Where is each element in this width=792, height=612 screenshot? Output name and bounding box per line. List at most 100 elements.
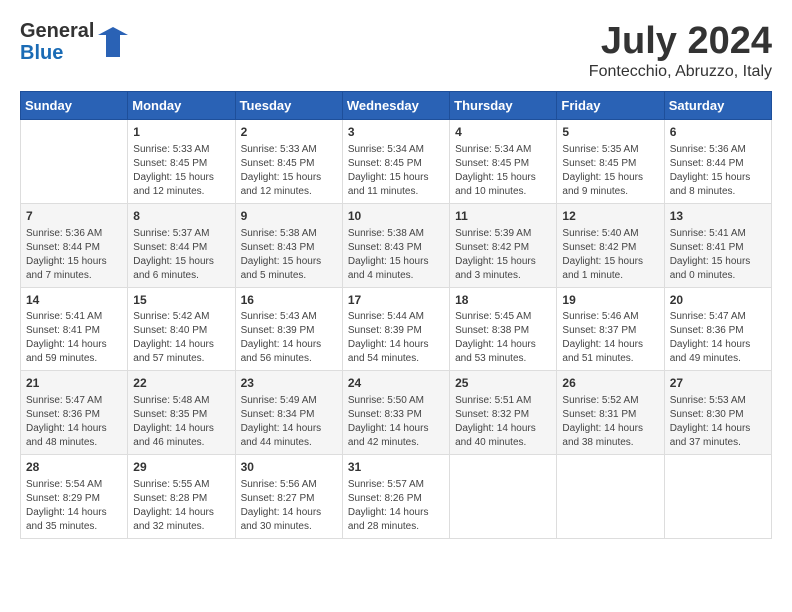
calendar-cell: 12 Sunrise: 5:40 AMSunset: 8:42 PMDayligh… [557, 203, 664, 287]
calendar-cell: 3 Sunrise: 5:34 AMSunset: 8:45 PMDaylight… [342, 120, 449, 204]
weekday-header-monday: Monday [128, 92, 235, 120]
week-row-4: 21 Sunrise: 5:47 AMSunset: 8:36 PMDayligh… [21, 371, 772, 455]
day-info: Sunrise: 5:57 AMSunset: 8:26 PMDaylight:… [348, 478, 444, 534]
calendar-cell: 29 Sunrise: 5:55 AMSunset: 8:28 PMDayligh… [128, 455, 235, 539]
day-number: 10 [348, 208, 444, 225]
day-info: Sunrise: 5:45 AMSunset: 8:38 PMDaylight:… [455, 310, 551, 366]
day-info: Sunrise: 5:48 AMSunset: 8:35 PMDaylight:… [133, 394, 229, 450]
day-number: 30 [241, 459, 337, 476]
day-number: 31 [348, 459, 444, 476]
calendar-cell: 15Sunrise: 5:42 AMSunset: 8:40 PMDayligh… [128, 287, 235, 371]
day-number: 9 [241, 208, 337, 225]
day-info: Sunrise: 5:40 AMSunset: 8:42 PMDaylight:… [562, 227, 658, 283]
logo-general: General [20, 20, 94, 42]
day-info: Sunrise: 5:43 AMSunset: 8:39 PMDaylight:… [241, 310, 337, 366]
day-info: Sunrise: 5:36 AMSunset: 8:44 PMDaylight:… [26, 227, 122, 283]
day-number: 4 [455, 124, 551, 141]
day-info: Sunrise: 5:41 AMSunset: 8:41 PMDaylight:… [26, 310, 122, 366]
day-info: Sunrise: 5:54 AMSunset: 8:29 PMDaylight:… [26, 478, 122, 534]
title-area: July 2024 Fontecchio, Abruzzo, Italy [589, 20, 772, 81]
calendar-cell: 2Sunrise: 5:33 AMSunset: 8:45 PMDaylight… [235, 120, 342, 204]
month-title: July 2024 [589, 20, 772, 63]
day-info: Sunrise: 5:46 AMSunset: 8:37 PMDaylight:… [562, 310, 658, 366]
day-info: Sunrise: 5:50 AMSunset: 8:33 PMDaylight:… [348, 394, 444, 450]
calendar-cell: 16Sunrise: 5:43 AMSunset: 8:39 PMDayligh… [235, 287, 342, 371]
calendar-cell: 1 Sunrise: 5:33 AMSunset: 8:45 PMDaylight… [128, 120, 235, 204]
day-number: 23 [241, 375, 337, 392]
calendar-cell: 6 Sunrise: 5:36 AMSunset: 8:44 PMDaylight… [664, 120, 771, 204]
day-number: 7 [26, 208, 122, 225]
calendar-cell: 8Sunrise: 5:37 AMSunset: 8:44 PMDaylight… [128, 203, 235, 287]
day-number: 5 [562, 124, 658, 141]
calendar-cell: 27 Sunrise: 5:53 AMSunset: 8:30 PMDayligh… [664, 371, 771, 455]
calendar-cell: 17Sunrise: 5:44 AMSunset: 8:39 PMDayligh… [342, 287, 449, 371]
calendar-cell: 14Sunrise: 5:41 AMSunset: 8:41 PMDayligh… [21, 287, 128, 371]
day-number: 20 [670, 292, 766, 309]
day-number: 17 [348, 292, 444, 309]
day-number: 22 [133, 375, 229, 392]
weekday-header-sunday: Sunday [21, 92, 128, 120]
calendar-cell: 18Sunrise: 5:45 AMSunset: 8:38 PMDayligh… [450, 287, 557, 371]
calendar-cell: 5 Sunrise: 5:35 AMSunset: 8:45 PMDaylight… [557, 120, 664, 204]
day-number: 26 [562, 375, 658, 392]
day-number: 11 [455, 208, 551, 225]
day-number: 14 [26, 292, 122, 309]
day-info: Sunrise: 5:35 AMSunset: 8:45 PMDaylight:… [562, 143, 658, 199]
calendar-cell [450, 455, 557, 539]
logo: General Blue [20, 20, 128, 64]
day-number: 6 [670, 124, 766, 141]
location-subtitle: Fontecchio, Abruzzo, Italy [589, 63, 772, 81]
weekday-header-row: SundayMondayTuesdayWednesdayThursdayFrid… [21, 92, 772, 120]
week-row-5: 28Sunrise: 5:54 AMSunset: 8:29 PMDayligh… [21, 455, 772, 539]
calendar-cell: 9Sunrise: 5:38 AMSunset: 8:43 PMDaylight… [235, 203, 342, 287]
calendar-cell: 26Sunrise: 5:52 AMSunset: 8:31 PMDayligh… [557, 371, 664, 455]
day-number: 13 [670, 208, 766, 225]
calendar-cell: 4 Sunrise: 5:34 AMSunset: 8:45 PMDaylight… [450, 120, 557, 204]
day-info: Sunrise: 5:47 AMSunset: 8:36 PMDaylight:… [26, 394, 122, 450]
logo-icon [98, 27, 128, 57]
calendar-cell [21, 120, 128, 204]
day-number: 15 [133, 292, 229, 309]
logo-blue: Blue [20, 42, 94, 64]
calendar-cell [664, 455, 771, 539]
day-info: Sunrise: 5:33 AMSunset: 8:45 PMDaylight:… [133, 143, 229, 199]
day-number: 12 [562, 208, 658, 225]
calendar-cell [557, 455, 664, 539]
day-number: 2 [241, 124, 337, 141]
weekday-header-friday: Friday [557, 92, 664, 120]
day-info: Sunrise: 5:36 AMSunset: 8:44 PMDaylight:… [670, 143, 766, 199]
day-number: 29 [133, 459, 229, 476]
day-info: Sunrise: 5:38 AMSunset: 8:43 PMDaylight:… [348, 227, 444, 283]
weekday-header-wednesday: Wednesday [342, 92, 449, 120]
week-row-1: 1 Sunrise: 5:33 AMSunset: 8:45 PMDaylight… [21, 120, 772, 204]
day-number: 3 [348, 124, 444, 141]
weekday-header-saturday: Saturday [664, 92, 771, 120]
day-number: 21 [26, 375, 122, 392]
weekday-header-tuesday: Tuesday [235, 92, 342, 120]
day-number: 24 [348, 375, 444, 392]
day-number: 16 [241, 292, 337, 309]
calendar-cell: 22 Sunrise: 5:48 AMSunset: 8:35 PMDayligh… [128, 371, 235, 455]
day-info: Sunrise: 5:47 AMSunset: 8:36 PMDaylight:… [670, 310, 766, 366]
day-info: Sunrise: 5:41 AMSunset: 8:41 PMDaylight:… [670, 227, 766, 283]
page-header: General Blue July 2024 Fontecchio, Abruz… [20, 20, 772, 81]
week-row-3: 14Sunrise: 5:41 AMSunset: 8:41 PMDayligh… [21, 287, 772, 371]
day-info: Sunrise: 5:34 AMSunset: 8:45 PMDaylight:… [348, 143, 444, 199]
day-info: Sunrise: 5:51 AMSunset: 8:32 PMDaylight:… [455, 394, 551, 450]
day-number: 1 [133, 124, 229, 141]
calendar-cell: 28Sunrise: 5:54 AMSunset: 8:29 PMDayligh… [21, 455, 128, 539]
calendar-cell: 13 Sunrise: 5:41 AMSunset: 8:41 PMDayligh… [664, 203, 771, 287]
calendar-cell: 10 Sunrise: 5:38 AMSunset: 8:43 PMDayligh… [342, 203, 449, 287]
day-info: Sunrise: 5:53 AMSunset: 8:30 PMDaylight:… [670, 394, 766, 450]
calendar-cell: 21 Sunrise: 5:47 AMSunset: 8:36 PMDayligh… [21, 371, 128, 455]
calendar-cell: 23 Sunrise: 5:49 AMSunset: 8:34 PMDayligh… [235, 371, 342, 455]
day-number: 18 [455, 292, 551, 309]
day-number: 27 [670, 375, 766, 392]
day-info: Sunrise: 5:55 AMSunset: 8:28 PMDaylight:… [133, 478, 229, 534]
day-info: Sunrise: 5:37 AMSunset: 8:44 PMDaylight:… [133, 227, 229, 283]
calendar-cell: 20Sunrise: 5:47 AMSunset: 8:36 PMDayligh… [664, 287, 771, 371]
calendar-cell: 25Sunrise: 5:51 AMSunset: 8:32 PMDayligh… [450, 371, 557, 455]
week-row-2: 7 Sunrise: 5:36 AMSunset: 8:44 PMDaylight… [21, 203, 772, 287]
day-info: Sunrise: 5:34 AMSunset: 8:45 PMDaylight:… [455, 143, 551, 199]
day-info: Sunrise: 5:49 AMSunset: 8:34 PMDaylight:… [241, 394, 337, 450]
